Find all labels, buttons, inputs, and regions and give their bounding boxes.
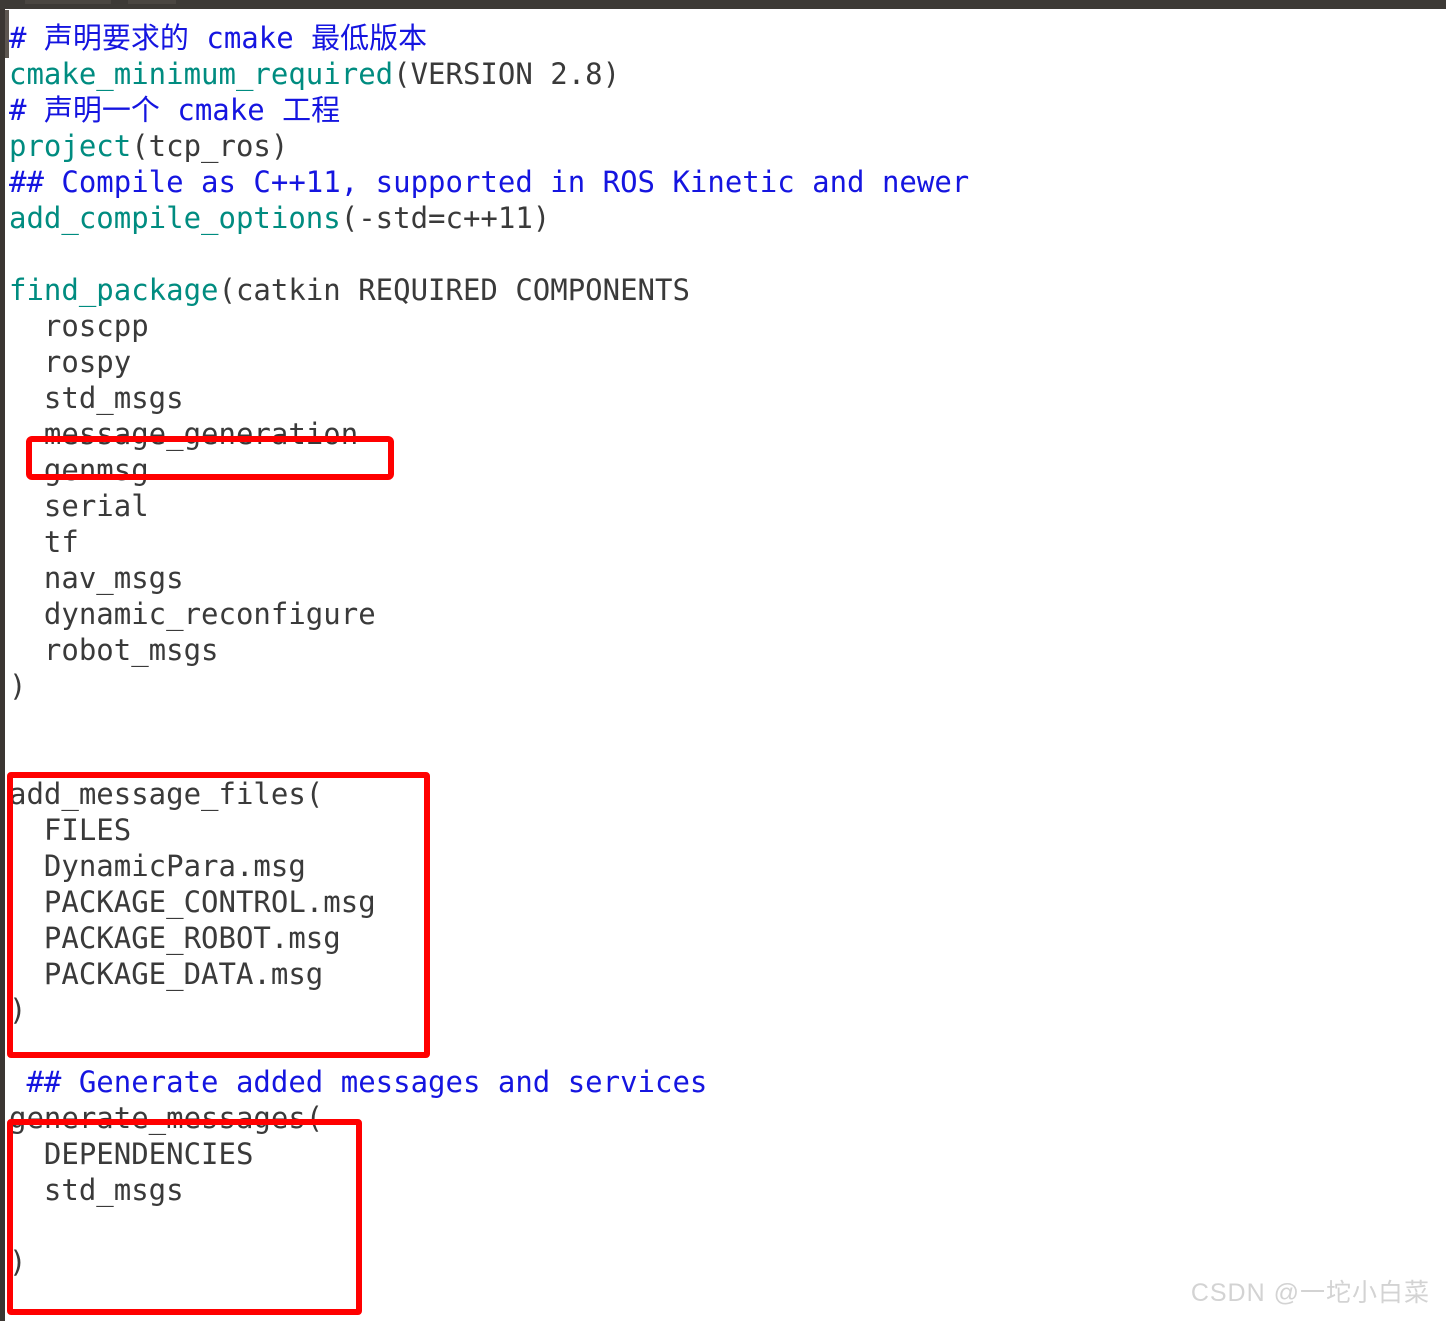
code-token-pln: std_msgs [9, 381, 184, 415]
code-line: PACKAGE_DATA.msg [9, 956, 1446, 992]
code-token-pln: nav_msgs [9, 561, 184, 595]
code-line: cmake_minimum_required(VERSION 2.8) [9, 56, 1446, 92]
code-token-pln: generate_messages( [9, 1101, 324, 1135]
code-token-cmt: # 声明一个 cmake 工程 [9, 93, 341, 127]
code-line: rospy [9, 344, 1446, 380]
code-editor-surface[interactable]: # 声明要求的 cmake 最低版本 cmake_minimum_required… [9, 9, 1446, 1321]
code-token-cmt: ## Generate added messages and services [9, 1065, 708, 1099]
code-line: find_package(catkin REQUIRED COMPONENTS [9, 272, 1446, 308]
code-line: PACKAGE_CONTROL.msg [9, 884, 1446, 920]
code-line: generate_messages( [9, 1100, 1446, 1136]
code-token-pln: PACKAGE_ROBOT.msg [9, 921, 341, 955]
code-line: FILES [9, 812, 1446, 848]
code-token-pln: (VERSION 2.8) [393, 57, 621, 91]
code-token-cmt: # 声明要求的 cmake 最低版本 [9, 21, 428, 55]
code-line: # 声明一个 cmake 工程 [9, 92, 1446, 128]
code-line: add_message_files( [9, 776, 1446, 812]
code-token-pln: robot_msgs [9, 633, 219, 667]
code-line: # 声明要求的 cmake 最低版本 [9, 20, 1446, 56]
code-line: add_compile_options(-std=c++11) [9, 200, 1446, 236]
code-line: nav_msgs [9, 560, 1446, 596]
code-token-pln: (catkin REQUIRED COMPONENTS [218, 273, 690, 307]
code-token-pln: rospy [9, 345, 132, 379]
code-line: message_generation [9, 416, 1446, 452]
code-line: DEPENDENCIES [9, 1136, 1446, 1172]
code-token-pln: ) [9, 993, 27, 1027]
code-line: ) [9, 668, 1446, 704]
code-token-pln: dynamic_reconfigure [9, 597, 376, 631]
code-line: project(tcp_ros) [9, 128, 1446, 164]
code-line: ## Compile as C++11, supported in ROS Ki… [9, 164, 1446, 200]
code-token-pln: tf [9, 525, 79, 559]
code-token-pln: roscpp [9, 309, 149, 343]
code-token-pln: add_message_files( [9, 777, 324, 811]
code-line: robot_msgs [9, 632, 1446, 668]
code-token-fn: find_package [9, 273, 219, 307]
code-line: tf [9, 524, 1446, 560]
code-token-pln: ) [9, 669, 27, 703]
code-token-pln: PACKAGE_CONTROL.msg [9, 885, 376, 919]
code-token-pln: (tcp_ros) [131, 129, 289, 163]
code-token-pln: DEPENDENCIES [9, 1137, 254, 1171]
code-line: DynamicPara.msg [9, 848, 1446, 884]
code-token-fn: add_compile_options [9, 201, 341, 235]
code-token-pln: serial [9, 489, 149, 523]
code-token-fn: project [9, 129, 132, 163]
code-content[interactable]: # 声明要求的 cmake 最低版本 cmake_minimum_required… [9, 20, 1446, 1280]
editor-tab-strip[interactable] [0, 0, 1446, 9]
code-line: ) [9, 992, 1446, 1028]
code-token-pln: ) [9, 1245, 27, 1279]
screenshot-root: # 声明要求的 cmake 最低版本 cmake_minimum_required… [0, 0, 1446, 1321]
editor-tab-2[interactable] [128, 0, 176, 4]
code-line: genmsg [9, 452, 1446, 488]
code-token-pln: DynamicPara.msg [9, 849, 306, 883]
code-line: ## Generate added messages and services [9, 1064, 1446, 1100]
code-line: roscpp [9, 308, 1446, 344]
editor-tab-1[interactable] [25, 0, 111, 4]
code-line: PACKAGE_ROBOT.msg [9, 920, 1446, 956]
code-token-cmt: ## Compile as C++11, supported in ROS Ki… [9, 165, 970, 199]
code-token-pln: (-std=c++11) [340, 201, 551, 235]
code-line: std_msgs [9, 1172, 1446, 1208]
editor-left-rail [0, 9, 5, 1321]
code-token-pln: PACKAGE_DATA.msg [9, 957, 324, 991]
code-line: dynamic_reconfigure [9, 596, 1446, 632]
code-token-fn: cmake_minimum_required [9, 57, 394, 91]
code-token-pln: genmsg [9, 453, 149, 487]
csdn-watermark: CSDN @一坨小白菜 [1190, 1279, 1430, 1307]
code-token-pln: std_msgs [9, 1173, 184, 1207]
code-line: serial [9, 488, 1446, 524]
code-token-pln: FILES [9, 813, 132, 847]
code-line: std_msgs [9, 380, 1446, 416]
code-token-pln: message_generation [9, 417, 359, 451]
